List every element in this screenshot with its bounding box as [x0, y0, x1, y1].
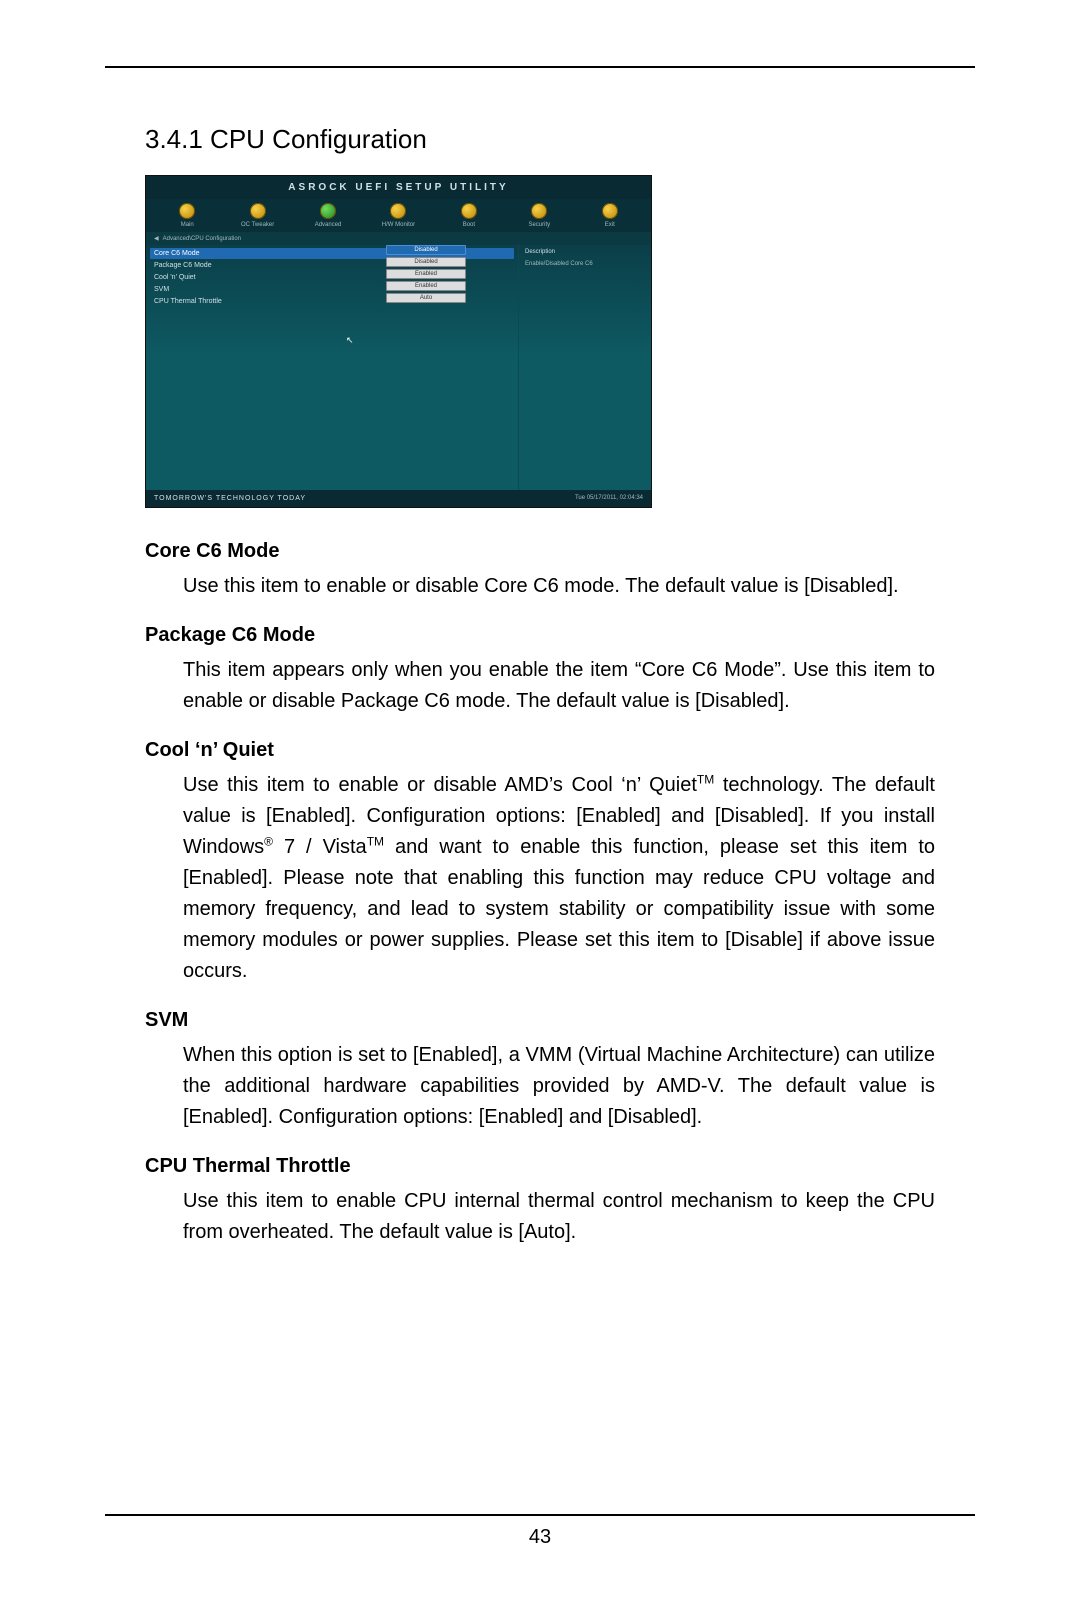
item-desc-cputhermal: Use this item to enable CPU internal the… [183, 1186, 935, 1248]
item-title-corec6: Core C6 Mode [145, 536, 935, 567]
bios-footer-timestamp: Tue 05/17/2011, 02:04:34 [575, 495, 643, 502]
bios-opt-4[interactable]: Auto [386, 293, 466, 303]
monitor-icon [390, 203, 406, 219]
bios-menu-security[interactable]: Security [504, 203, 574, 228]
shield-icon [531, 203, 547, 219]
home-icon [179, 203, 195, 219]
bios-breadcrumb: ◀Advanced\CPU Configuration [146, 232, 651, 245]
item-desc-svm: When this option is set to [Enabled], a … [183, 1040, 935, 1133]
bios-footer-slogan: TOMORROW'S TECHNOLOGY TODAY [154, 495, 306, 502]
bios-top-menu: Main OC Tweaker Advanced H/W Monitor Boo… [146, 199, 651, 232]
item-title-packagec6: Package C6 Mode [145, 620, 935, 651]
item-title-cputhermal: CPU Thermal Throttle [145, 1151, 935, 1182]
bios-screenshot: ASROCK UEFI SETUP UTILITY Main OC Tweake… [145, 175, 652, 508]
item-desc-coolnquiet: Use this item to enable or disable AMD’s… [183, 770, 935, 987]
page-footer: 43 [105, 1514, 975, 1549]
item-desc-packagec6: This item appears only when you enable t… [183, 655, 935, 717]
item-title-coolnquiet: Cool ‘n’ Quiet [145, 735, 935, 766]
bios-menu-advanced[interactable]: Advanced [293, 203, 363, 228]
section-heading: 3.4.1 CPU Configuration [145, 124, 975, 155]
bios-side-panel: Description Enable/Disabled Core C6 [519, 245, 651, 490]
bios-settings-list: Core C6 Mode Package C6 Mode Cool 'n' Qu… [146, 245, 519, 490]
doc-body: Core C6 Mode Use this item to enable or … [145, 536, 935, 1248]
bios-menu-main[interactable]: Main [152, 203, 222, 228]
wrench-icon [320, 203, 336, 219]
item-desc-corec6: Use this item to enable or disable Core … [183, 571, 935, 602]
bios-options-column: Disabled Disabled Enabled Enabled Auto [386, 245, 466, 305]
bios-title: ASROCK UEFI SETUP UTILITY [146, 176, 651, 199]
bios-menu-octweaker[interactable]: OC Tweaker [222, 203, 292, 228]
bios-opt-0[interactable]: Disabled [386, 245, 466, 255]
page-number: 43 [529, 1526, 551, 1548]
chevron-left-icon: ◀ [154, 235, 159, 242]
bios-menu-boot[interactable]: Boot [434, 203, 504, 228]
exit-icon [602, 203, 618, 219]
page-content: 3.4.1 CPU Configuration ASROCK UEFI SETU… [105, 66, 975, 1519]
bios-body: Core C6 Mode Package C6 Mode Cool 'n' Qu… [146, 245, 651, 490]
bios-side-text: Enable/Disabled Core C6 [525, 261, 645, 267]
bios-opt-1[interactable]: Disabled [386, 257, 466, 267]
bios-menu-hwmonitor[interactable]: H/W Monitor [363, 203, 433, 228]
bios-opt-3[interactable]: Enabled [386, 281, 466, 291]
cursor-icon: ↖ [346, 335, 354, 346]
bios-menu-exit[interactable]: Exit [575, 203, 645, 228]
bios-opt-2[interactable]: Enabled [386, 269, 466, 279]
bios-side-header: Description [525, 249, 645, 255]
target-icon [461, 203, 477, 219]
item-title-svm: SVM [145, 1005, 935, 1036]
tune-icon [250, 203, 266, 219]
bios-footer: TOMORROW'S TECHNOLOGY TODAY Tue 05/17/20… [146, 490, 651, 507]
